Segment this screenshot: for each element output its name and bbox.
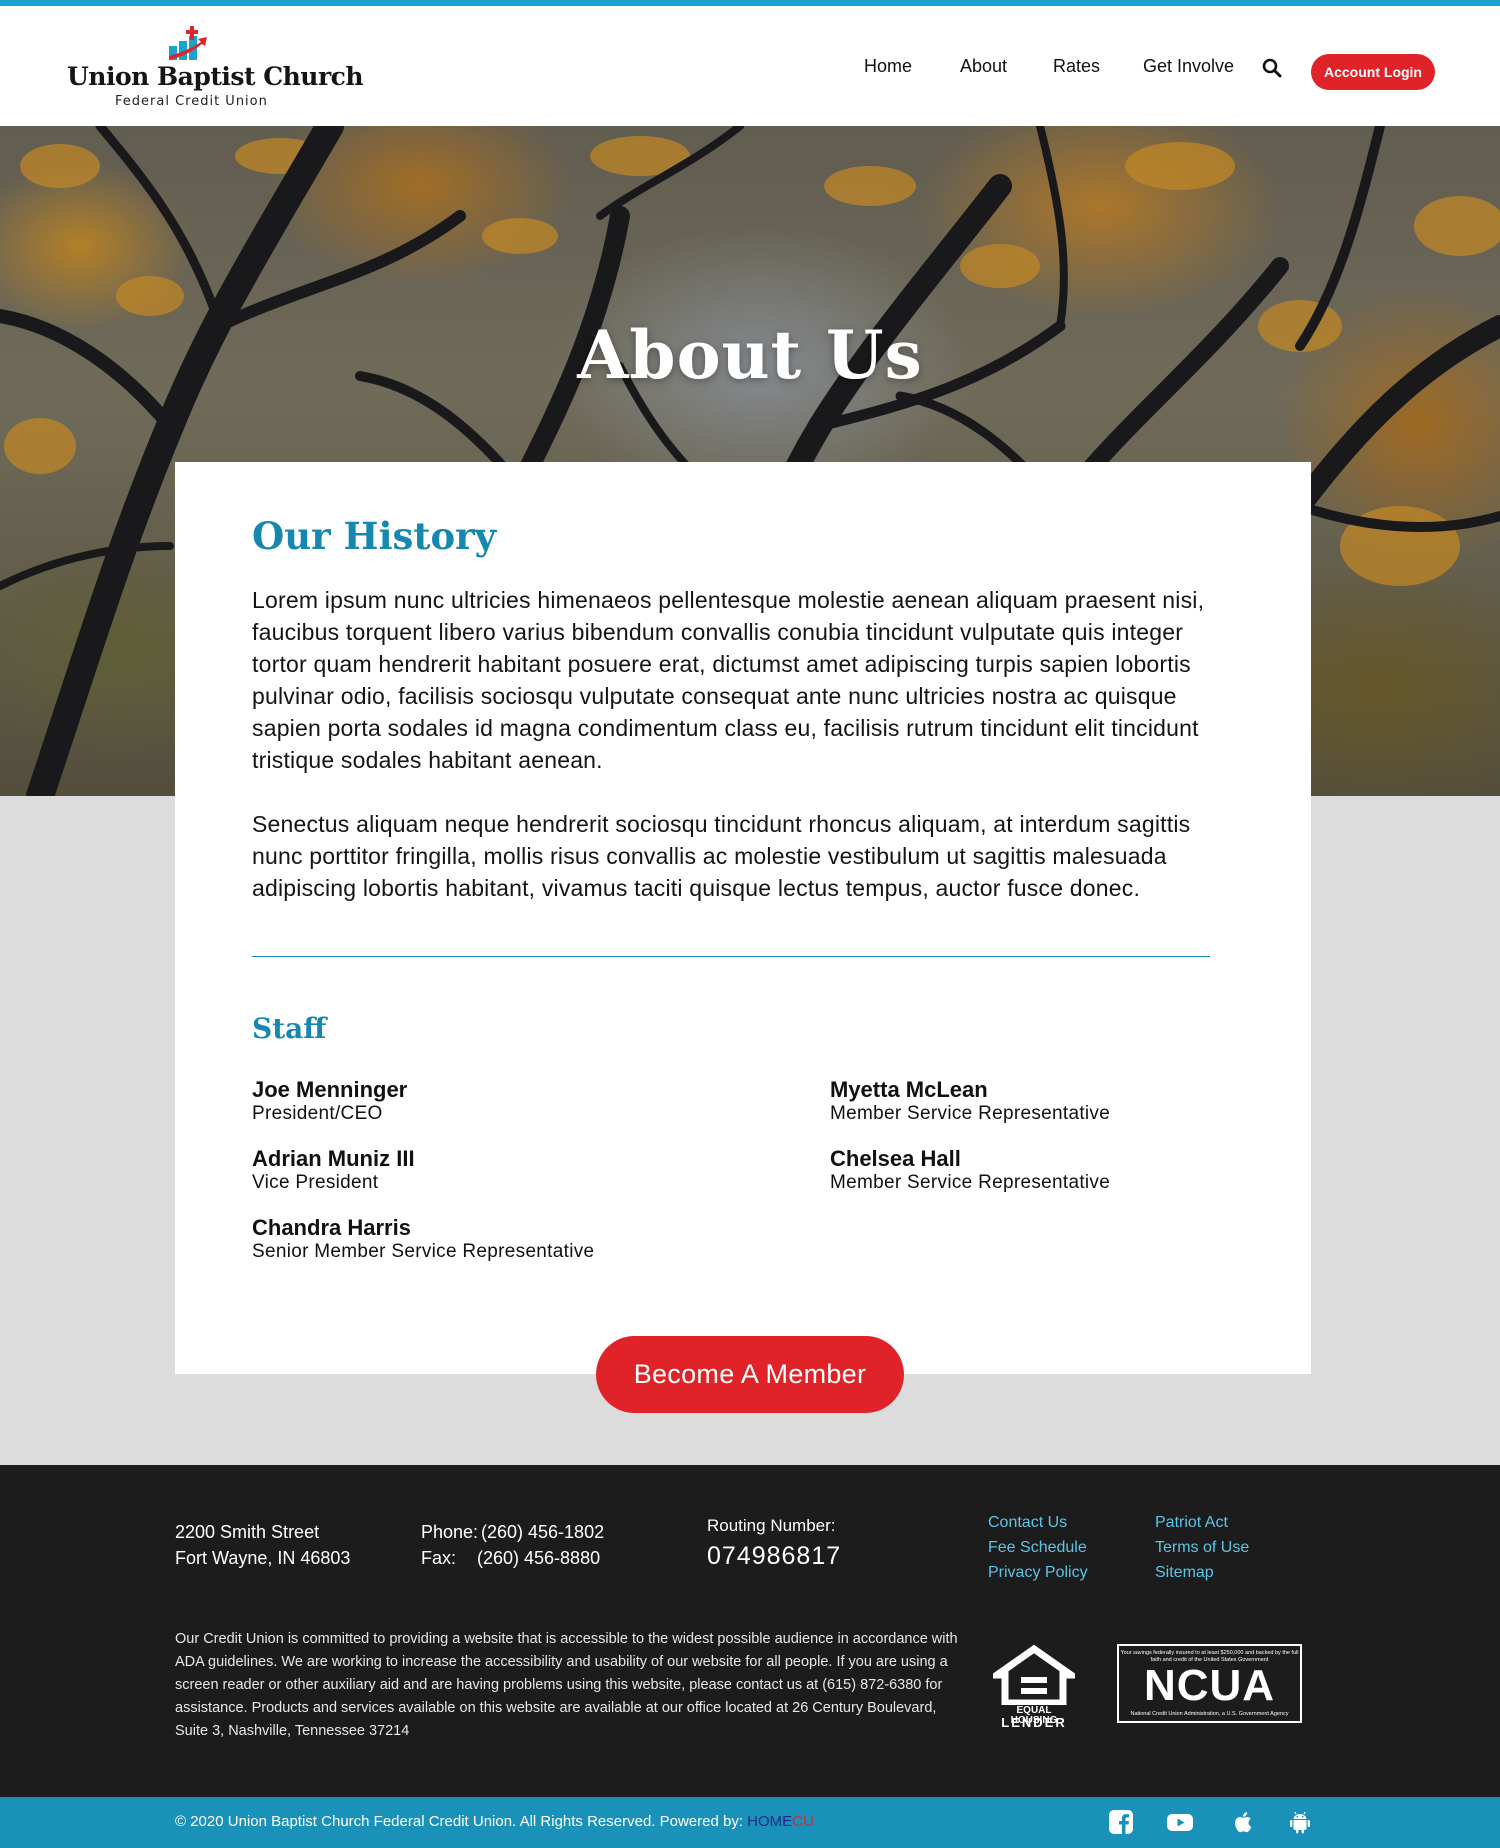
nav-about[interactable]: About xyxy=(960,56,1007,77)
logo-name: Union Baptist Church xyxy=(67,62,364,91)
homecu-link[interactable]: HOMECU xyxy=(747,1813,814,1830)
staff-member: Myetta McLean Member Service Representat… xyxy=(830,1077,1110,1125)
copyright-text: © 2020 Union Baptist Church Federal Cred… xyxy=(175,1813,748,1830)
staff-name: Chandra Harris xyxy=(252,1215,411,1240)
fax-label: Fax: xyxy=(421,1548,457,1568)
apple-icon[interactable] xyxy=(1230,1809,1256,1835)
ncua-wordmark: NCUA xyxy=(1143,1661,1276,1710)
staff-name: Joe Menninger xyxy=(252,1077,408,1102)
account-login-button[interactable]: Account Login xyxy=(1311,54,1435,90)
site-header: Union Baptist Church Federal Credit Unio… xyxy=(0,6,1500,126)
routing-label: Routing Number: xyxy=(707,1516,836,1535)
staff-title: Member Service Representative xyxy=(830,1103,1111,1124)
facebook-icon[interactable] xyxy=(1108,1809,1134,1835)
staff-heading: Staff xyxy=(252,1012,327,1045)
footer-link-privacy-policy[interactable]: Privacy Policy xyxy=(988,1564,1088,1582)
footer-link-fee-schedule[interactable]: Fee Schedule xyxy=(988,1539,1087,1557)
section-divider xyxy=(252,956,1210,957)
brand-home: HOME xyxy=(747,1813,793,1830)
staff-member: Chelsea Hall Member Service Representati… xyxy=(830,1146,1110,1194)
footer-link-contact-us[interactable]: Contact Us xyxy=(988,1514,1067,1532)
eho-line-2: LENDER xyxy=(1001,1715,1067,1730)
staff-member: Joe Menninger President/CEO xyxy=(252,1077,407,1125)
phone-number[interactable]: (260) 456-1802 xyxy=(481,1522,604,1542)
nav-rates[interactable]: Rates xyxy=(1053,56,1100,77)
nav-home[interactable]: Home xyxy=(864,56,912,77)
footer-address: 2200 Smith Street Fort Wayne, IN 46803 xyxy=(175,1519,350,1571)
house-icon xyxy=(985,1644,1083,1707)
copyright: © 2020 Union Baptist Church Federal Cred… xyxy=(175,1813,814,1830)
staff-title: President/CEO xyxy=(252,1103,383,1124)
site-footer: 2200 Smith Street Fort Wayne, IN 46803 P… xyxy=(0,1465,1500,1797)
logo-mark-icon xyxy=(169,26,207,60)
fax-number: (260) 456-8880 xyxy=(477,1548,601,1568)
history-heading: Our History xyxy=(252,514,497,558)
equal-housing-lender-logo: EQUAL HOUSING LENDER xyxy=(985,1644,1083,1730)
logo-subtitle: Federal Credit Union xyxy=(115,94,268,109)
page-title: About Us xyxy=(577,316,923,394)
routing-number: 074986817 xyxy=(707,1542,842,1570)
staff-title: Member Service Representative xyxy=(830,1172,1111,1193)
become-member-button[interactable]: Become A Member xyxy=(596,1336,904,1413)
android-icon[interactable] xyxy=(1287,1809,1313,1835)
staff-member: Adrian Muniz III Vice President xyxy=(252,1146,415,1194)
about-content-card: Our History Lorem ipsum nunc ultricies h… xyxy=(175,462,1311,1374)
bottom-bar: © 2020 Union Baptist Church Federal Cred… xyxy=(0,1797,1500,1848)
staff-name: Adrian Muniz III xyxy=(252,1146,415,1171)
nav-get-involve[interactable]: Get Involve xyxy=(1143,56,1234,77)
footer-link-terms-of-use[interactable]: Terms of Use xyxy=(1155,1539,1249,1557)
footer-contact: Phone: (260) 456-1802 Fax: (260) 456-8880 xyxy=(421,1519,604,1571)
history-paragraph-1: Lorem ipsum nunc ultricies himenaeos pel… xyxy=(252,587,1205,773)
youtube-icon[interactable] xyxy=(1166,1809,1194,1835)
ada-statement: Our Credit Union is committed to providi… xyxy=(175,1631,958,1739)
staff-name: Myetta McLean xyxy=(830,1077,988,1102)
brand-cu: CU xyxy=(792,1813,814,1830)
ncua-logo: Your savings federally insured to at lea… xyxy=(1117,1644,1302,1723)
staff-title: Senior Member Service Representative xyxy=(252,1241,595,1262)
address-line-1: 2200 Smith Street xyxy=(175,1522,320,1542)
phone-label: Phone: xyxy=(421,1522,479,1542)
footer-link-patriot-act[interactable]: Patriot Act xyxy=(1155,1514,1228,1532)
logo[interactable]: Union Baptist Church Federal Credit Unio… xyxy=(67,26,364,116)
footer-link-sitemap[interactable]: Sitemap xyxy=(1155,1564,1214,1582)
search-icon[interactable] xyxy=(1262,58,1282,78)
ncua-agency-text: National Credit Union Administration, a … xyxy=(1130,1711,1289,1717)
address-line-2: Fort Wayne, IN 46803 xyxy=(175,1548,351,1568)
staff-name: Chelsea Hall xyxy=(830,1146,961,1171)
staff-member: Chandra Harris Senior Member Service Rep… xyxy=(252,1215,594,1263)
history-paragraph-2: Senectus aliquam neque hendrerit sociosq… xyxy=(252,811,1191,901)
staff-title: Vice President xyxy=(252,1172,379,1193)
